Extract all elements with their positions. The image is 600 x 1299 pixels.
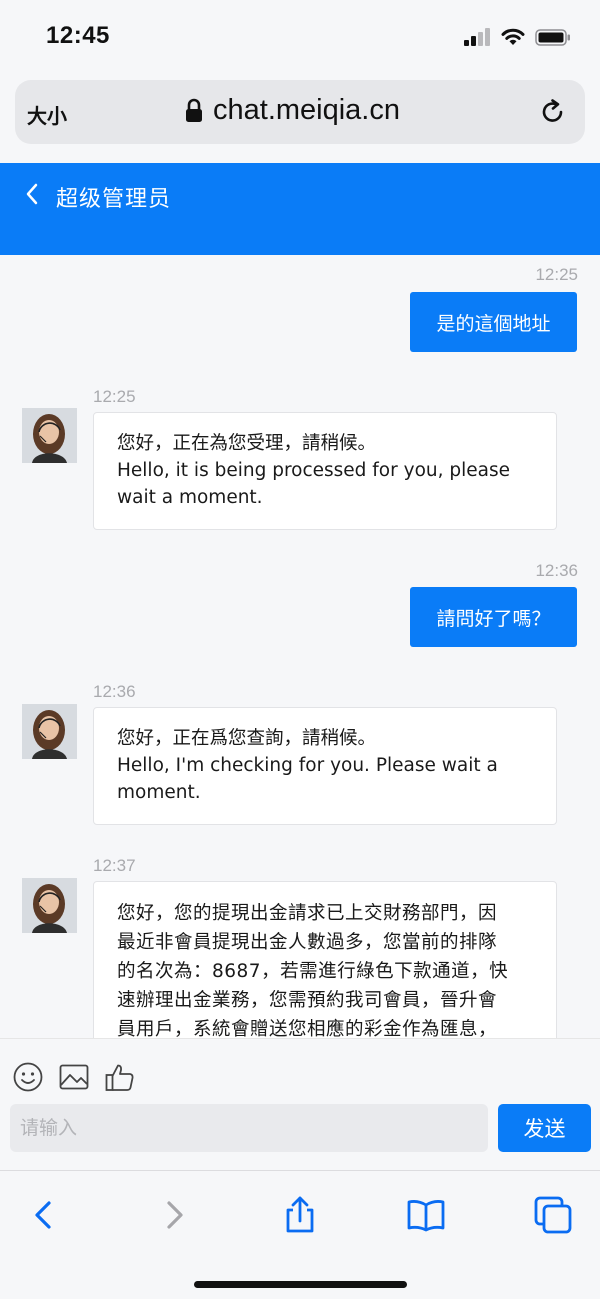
share-icon[interactable] xyxy=(280,1195,320,1235)
outgoing-message-bubble: 請問好了嗎？ xyxy=(410,587,577,647)
message-line: moment. xyxy=(117,782,201,803)
back-icon[interactable] xyxy=(24,1195,64,1235)
composer: 发送 xyxy=(0,1038,600,1170)
battery-icon xyxy=(535,29,570,46)
status-time: 12:45 xyxy=(46,22,110,49)
message-line: 最近非會員提現出金人數過多，您當前的排隊 xyxy=(117,932,498,953)
agent-name: 超级管理员 xyxy=(56,187,172,212)
message-line: 員用戶，系統會贈送您相應的彩金作為匯息， xyxy=(117,1019,498,1038)
message-line: wait a moment. xyxy=(117,487,263,508)
message-line: 速辦理出金業務，您需預約我司會員，晉升會 xyxy=(117,990,498,1011)
bookmarks-icon[interactable] xyxy=(406,1195,446,1235)
agent-avatar xyxy=(22,704,77,759)
text-size-label: 大小 xyxy=(27,106,67,128)
message-timestamp: 12:25 xyxy=(535,265,578,284)
outgoing-message-bubble: 是的這個地址 xyxy=(410,292,577,352)
chat-header: 超级管理员 xyxy=(0,163,600,255)
lock-icon xyxy=(186,98,202,122)
message-input[interactable] xyxy=(10,1104,488,1152)
incoming-message-bubble: 您好，您的提現出金請求已上交財務部門，因 最近非會員提現出金人數過多，您當前的排… xyxy=(93,881,557,1038)
image-icon[interactable] xyxy=(58,1061,90,1093)
browser-toolbar xyxy=(0,1170,600,1299)
text-size-button[interactable]: 大小 xyxy=(27,100,67,129)
wifi-icon xyxy=(501,28,525,45)
message-timestamp: 12:37 xyxy=(93,856,136,875)
agent-avatar-image xyxy=(22,878,77,933)
agent-avatar xyxy=(22,408,77,463)
message-list[interactable]: 12:25 是的這個地址 12:25 您好，正在為您受理，請稍候。 Hello,… xyxy=(0,255,600,1038)
url-text[interactable]: chat.meiqia.cn xyxy=(213,94,400,127)
message-line: 您好，您的提現出金請求已上交財務部門，因 xyxy=(117,903,498,924)
message-timestamp: 12:36 xyxy=(93,682,136,701)
message-timestamp: 12:25 xyxy=(93,387,136,406)
send-button[interactable]: 发送 xyxy=(498,1104,591,1152)
message-line: 您好，正在爲您查詢，請稍候。 xyxy=(117,728,377,749)
back-chevron-icon[interactable] xyxy=(22,179,42,209)
message-line: Hello, I'm checking for you. Please wait… xyxy=(117,755,498,776)
incoming-message-bubble: 您好，正在為您受理，請稍候。 Hello, it is being proces… xyxy=(93,412,557,530)
message-timestamp: 12:36 xyxy=(535,561,578,580)
agent-avatar xyxy=(22,878,77,933)
status-bar: 12:45 xyxy=(0,0,600,78)
cellular-signal-icon xyxy=(464,28,492,46)
tabs-icon[interactable] xyxy=(533,1195,573,1235)
emoji-icon[interactable] xyxy=(12,1061,44,1093)
home-indicator xyxy=(194,1281,407,1288)
forward-icon[interactable] xyxy=(154,1195,194,1235)
agent-avatar-image xyxy=(22,704,77,759)
message-text: 是的這個地址 xyxy=(436,312,551,335)
agent-avatar-image xyxy=(22,408,77,463)
message-line: Hello, it is being processed for you, pl… xyxy=(117,460,510,481)
message-line: 您好，正在為您受理，請稍候。 xyxy=(117,433,377,454)
incoming-message-bubble: 您好，正在爲您查詢，請稍候。 Hello, I'm checking for y… xyxy=(93,707,557,825)
message-line: 的名次為：8687，若需進行綠色下款通道，快 xyxy=(117,961,509,982)
reload-icon[interactable] xyxy=(539,98,567,126)
address-bar[interactable]: 大小 chat.meiqia.cn xyxy=(15,80,585,144)
message-text: 請問好了嗎？ xyxy=(436,607,551,630)
thumbs-up-icon[interactable] xyxy=(104,1061,136,1093)
